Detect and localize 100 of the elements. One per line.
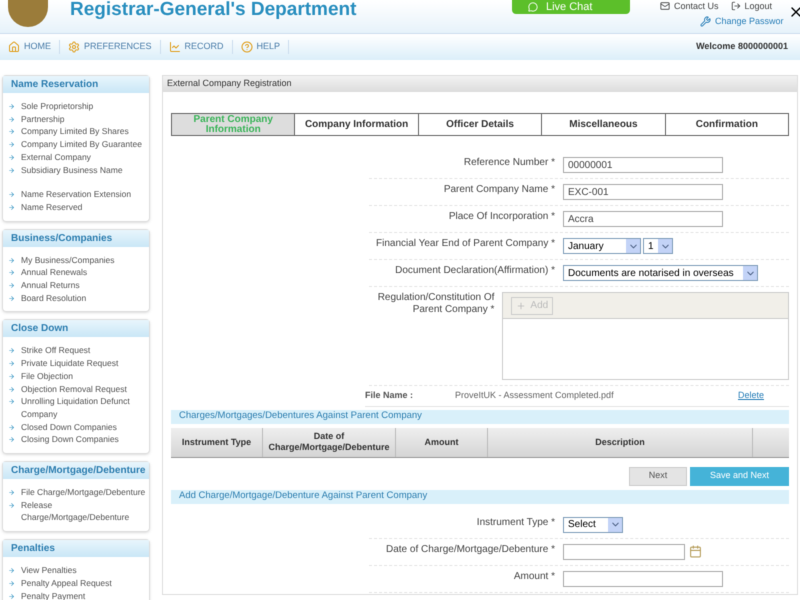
step-tab[interactable]: Miscellaneous <box>541 114 665 135</box>
sidebar-link[interactable]: Penalty Appeal Request <box>8 576 149 590</box>
text-field[interactable]: Accra <box>563 211 723 227</box>
next-button[interactable]: Next <box>629 466 687 486</box>
nav-link[interactable]: HOME <box>8 40 60 54</box>
arrow-icon <box>8 502 15 509</box>
arrow-icon <box>8 116 15 123</box>
step-tab[interactable]: Company Information <box>294 114 418 135</box>
sidebar-link[interactable]: Release Charge/Mortgage/Debenture <box>8 498 149 524</box>
chart-icon <box>168 41 181 53</box>
sidebar-link[interactable]: Annual Renewals <box>8 266 149 280</box>
sidebar-link[interactable]: Private Liquidate Request <box>8 357 149 370</box>
gear-icon <box>68 41 80 53</box>
sidebar-link[interactable]: Partnership <box>8 112 149 126</box>
dropdown[interactable]: January <box>563 238 641 254</box>
section-header: Charges/Mortgages/Debentures Against Parent Company <box>171 410 789 424</box>
tools-icon <box>700 16 711 28</box>
plus-icon <box>516 300 526 310</box>
section-header: Add Charge/Mortgage/Debenture Against Parent Company <box>171 490 789 504</box>
text-field[interactable] <box>563 570 723 586</box>
arrow-icon <box>8 580 15 587</box>
nav-link[interactable]: PREFERENCES <box>68 40 161 54</box>
file-name: ProveItUK - Assessment Completed.pdf <box>455 389 614 402</box>
sidebar-link[interactable]: Closing Down Companies <box>8 433 149 446</box>
sidebar-link[interactable]: Objection Removal Request <box>8 382 149 396</box>
arrow-icon <box>8 424 15 431</box>
sidebar-link[interactable]: External Company <box>8 150 149 164</box>
field-label: Amount * <box>512 570 556 584</box>
sidebar-link[interactable]: File Charge/Mortgage/Debenture <box>8 486 149 499</box>
arrow-icon <box>8 269 15 276</box>
site-title: Registrar-General's Department <box>70 0 356 22</box>
sidebar-panel-title: Business/Companies <box>3 230 149 247</box>
sidebar-link[interactable]: My Business/Companies <box>8 254 149 266</box>
column-header: Amount <box>396 428 488 456</box>
arrow-icon <box>8 347 15 354</box>
field-label: Document Declaration(Affirmation) * <box>394 265 556 278</box>
sidebar-link[interactable]: Name Reserved <box>8 200 149 214</box>
delete-link[interactable]: Delete <box>738 389 764 402</box>
arrow-icon <box>8 372 15 380</box>
sidebar-link[interactable]: Annual Returns <box>8 279 149 292</box>
sidebar-link[interactable]: Closed Down Companies <box>8 420 149 434</box>
arrow-icon <box>8 360 15 368</box>
arrow-icon <box>8 154 15 161</box>
change-password-link[interactable]: Change Passwor <box>700 15 784 28</box>
header-link[interactable]: Contact Us <box>660 1 719 11</box>
arrow-icon <box>8 436 15 444</box>
arrow-icon <box>8 592 15 600</box>
arrow-icon <box>8 141 15 148</box>
field-label: Regulation/Constitution Of Parent Company * <box>376 292 496 317</box>
mail-icon <box>660 1 670 11</box>
field-label: Parent Company Name * <box>442 184 556 197</box>
column-header: Instrument Type <box>171 428 263 456</box>
arrow-icon <box>8 204 15 211</box>
sidebar-link[interactable]: Company Limited By Guarantee <box>8 138 149 151</box>
file-name-label: File Name : <box>365 389 414 402</box>
sidebar-panel-title: Name Reservation <box>3 76 149 93</box>
text-field[interactable]: EXC-001 <box>563 184 723 200</box>
sidebar-panel-title: Charge/Mortgage/Debenture <box>3 462 149 480</box>
header-link[interactable]: Logout <box>730 1 772 11</box>
sidebar-link[interactable]: Subsidiary Business Name <box>8 164 149 176</box>
arrow-icon <box>8 567 15 574</box>
welcome-text: Welcome 8000000001 <box>696 40 789 54</box>
arrow-icon <box>8 256 15 264</box>
date-field[interactable] <box>563 544 685 560</box>
arrow-icon <box>8 282 15 290</box>
calendar-icon[interactable] <box>689 545 702 558</box>
sidebar-link[interactable]: Strike Off Request <box>8 344 149 358</box>
field-label: Financial Year End of Parent Company * <box>375 238 556 251</box>
sidebar-link[interactable]: Board Resolution <box>8 292 149 304</box>
arrow-icon <box>8 166 15 174</box>
arrow-icon <box>8 294 15 302</box>
sidebar-panel-title: Close Down <box>3 320 149 338</box>
sidebar-link[interactable]: View Penalties <box>8 564 149 577</box>
panel-title: External Company Registration <box>163 76 797 92</box>
help-icon <box>240 41 253 53</box>
arrow-icon <box>8 398 15 406</box>
dropdown[interactable]: Documents are notarised in overseas <box>563 265 758 281</box>
sidebar-panel-title: Penalties <box>3 540 149 558</box>
sidebar-link[interactable]: Unrolling Liquidation Defunct Company <box>8 395 149 421</box>
home-icon <box>8 41 20 53</box>
sidebar-link[interactable]: Sole Proprietorship <box>8 100 149 113</box>
step-tab[interactable]: Confirmation <box>664 114 788 135</box>
field-label: Instrument Type * <box>476 516 556 530</box>
column-header: Date of Charge/Mortgage/Debenture <box>263 428 396 456</box>
sidebar-link[interactable]: File Objection <box>8 370 149 383</box>
arrow-icon <box>8 103 15 110</box>
text-field[interactable]: 00000001 <box>563 157 723 173</box>
arrow-icon <box>8 191 15 198</box>
field-label: Place Of Incorporation * <box>448 211 556 224</box>
field-label: Date of Charge/Mortgage/Debenture * <box>385 544 556 556</box>
sidebar-link[interactable]: Penalty Payment <box>8 590 149 600</box>
dropdown[interactable]: Select <box>563 516 623 532</box>
dropdown[interactable]: 1 <box>643 238 673 254</box>
column-header: Description <box>488 428 753 456</box>
sidebar-link[interactable]: Company Limited By Shares <box>8 125 149 138</box>
nav-link[interactable]: RECORD <box>168 40 233 54</box>
sidebar-link[interactable]: Name Reservation Extension <box>8 188 149 201</box>
nav-link[interactable]: HELP <box>240 40 290 54</box>
step-tab[interactable]: Officer Details <box>418 114 542 135</box>
chat-icon <box>528 2 538 12</box>
